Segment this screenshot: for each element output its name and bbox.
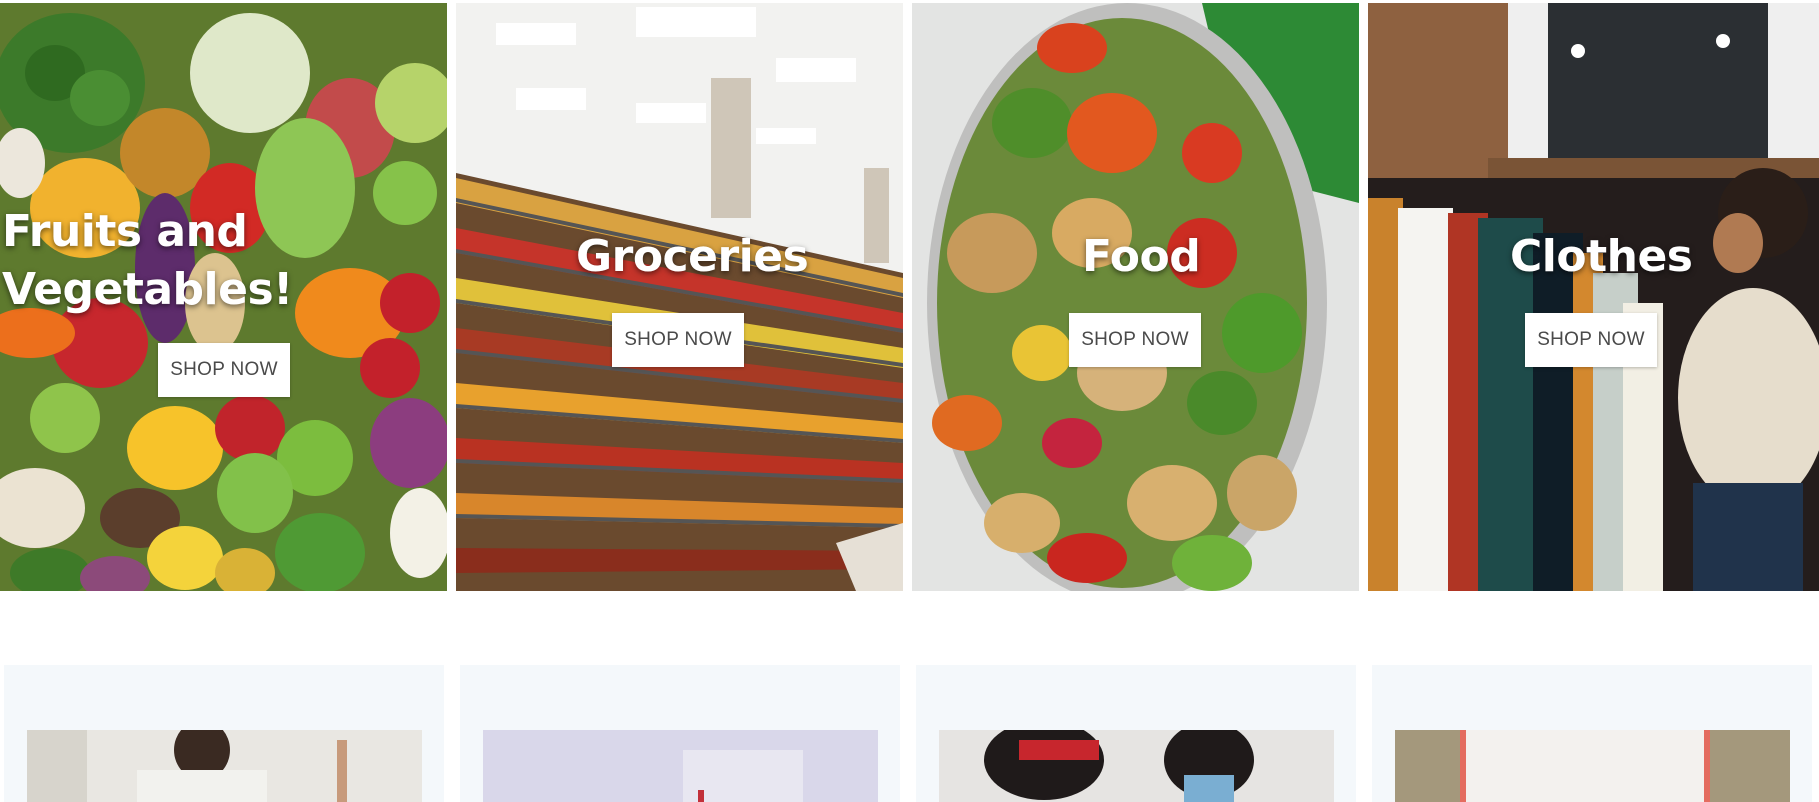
category-tile-groceries[interactable]: Groceries SHOP NOW (456, 3, 903, 591)
product-card-image (1395, 730, 1790, 802)
product-card-image (27, 730, 422, 802)
category-title: Groceries (576, 231, 809, 282)
category-tile-food[interactable]: Food SHOP NOW (912, 3, 1359, 591)
groceries-image (456, 3, 903, 591)
product-card[interactable] (1372, 665, 1812, 802)
product-card-image (939, 730, 1334, 802)
shop-now-button[interactable]: SHOP NOW (612, 313, 744, 367)
category-title: Clothes (1510, 231, 1693, 282)
category-title-line2: Vegetables! (2, 264, 293, 315)
clothes-image (1368, 3, 1819, 591)
shop-now-button[interactable]: SHOP NOW (1069, 313, 1201, 367)
shop-now-button[interactable]: SHOP NOW (1525, 313, 1657, 367)
product-card[interactable] (4, 665, 444, 802)
product-card[interactable] (916, 665, 1356, 802)
shop-now-button[interactable]: SHOP NOW (158, 343, 290, 397)
category-tile-fruits-vegetables[interactable]: Fruits and Vegetables! SHOP NOW (0, 3, 447, 591)
product-card-image (483, 730, 878, 802)
category-title: Fruits and Vegetables! (2, 203, 293, 319)
category-title: Food (1082, 231, 1201, 282)
food-image (912, 3, 1359, 591)
category-title-line1: Fruits and (2, 206, 248, 257)
product-card[interactable] (460, 665, 900, 802)
category-tile-clothes[interactable]: Clothes SHOP NOW (1368, 3, 1819, 591)
